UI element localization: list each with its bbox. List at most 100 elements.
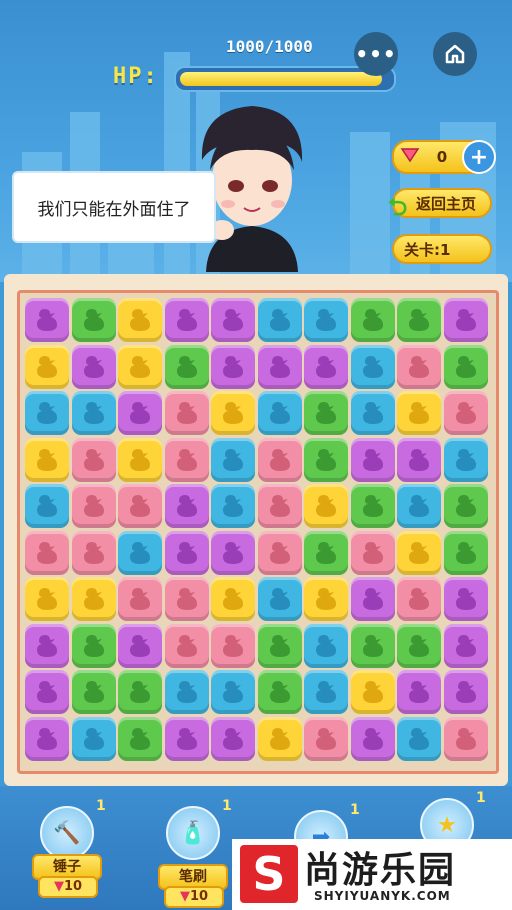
- duck-tile[interactable]: [211, 484, 255, 528]
- duck-tile[interactable]: [25, 437, 69, 482]
- duck-tile[interactable]: [304, 577, 348, 621]
- duck-tile[interactable]: [304, 298, 348, 342]
- duck-tile[interactable]: [397, 298, 441, 342]
- duck-tile[interactable]: [118, 670, 162, 714]
- duck-tile[interactable]: [164, 577, 209, 621]
- duck-tile[interactable]: [257, 484, 302, 528]
- duck-tile[interactable]: [164, 391, 209, 435]
- duck-tile[interactable]: [25, 344, 69, 389]
- duck-tile[interactable]: [25, 391, 69, 435]
- duck-tile[interactable]: [25, 716, 69, 761]
- duck-tile[interactable]: [118, 623, 162, 668]
- duck-tile[interactable]: [304, 344, 348, 389]
- duck-tile[interactable]: [118, 298, 162, 342]
- duck-tile[interactable]: [257, 623, 302, 668]
- duck-tile[interactable]: [443, 716, 488, 761]
- duck-tile[interactable]: [164, 623, 209, 668]
- duck-tile[interactable]: [304, 391, 348, 435]
- duck-tile[interactable]: [71, 344, 116, 389]
- duck-tile[interactable]: [443, 623, 488, 668]
- home-button[interactable]: [433, 32, 477, 76]
- duck-tile[interactable]: [164, 670, 209, 714]
- duck-tile[interactable]: [71, 623, 116, 668]
- duck-tile[interactable]: [350, 716, 395, 761]
- duck-tile[interactable]: [397, 577, 441, 621]
- duck-tile[interactable]: [71, 716, 116, 761]
- duck-tile[interactable]: [350, 298, 395, 342]
- duck-tile[interactable]: [257, 391, 302, 435]
- plus-icon[interactable]: +: [462, 140, 496, 174]
- duck-tile[interactable]: [397, 344, 441, 389]
- return-main-button[interactable]: ⮌ 返回主页: [388, 188, 492, 221]
- duck-tile[interactable]: [257, 530, 302, 575]
- duck-tile[interactable]: [211, 530, 255, 575]
- duck-tile[interactable]: [25, 484, 69, 528]
- more-button[interactable]: •••: [354, 32, 398, 76]
- duck-tile[interactable]: [350, 577, 395, 621]
- duck-tile[interactable]: [164, 530, 209, 575]
- duck-tile[interactable]: [350, 437, 395, 482]
- duck-tile[interactable]: [350, 530, 395, 575]
- duck-tile[interactable]: [211, 716, 255, 761]
- duck-tile[interactable]: [350, 623, 395, 668]
- duck-tile[interactable]: [211, 298, 255, 342]
- duck-tile[interactable]: [118, 437, 162, 482]
- duck-tile[interactable]: [304, 530, 348, 575]
- duck-tile[interactable]: [211, 670, 255, 714]
- duck-tile[interactable]: [443, 298, 488, 342]
- duck-tile[interactable]: [71, 437, 116, 482]
- duck-tile[interactable]: [443, 344, 488, 389]
- duck-tile[interactable]: [443, 391, 488, 435]
- duck-tile[interactable]: [443, 530, 488, 575]
- duck-tile[interactable]: [304, 623, 348, 668]
- duck-tile[interactable]: [257, 344, 302, 389]
- duck-tile[interactable]: [350, 484, 395, 528]
- duck-tile[interactable]: [118, 484, 162, 528]
- duck-tile[interactable]: [397, 530, 441, 575]
- duck-tile[interactable]: [397, 670, 441, 714]
- duck-tile[interactable]: [397, 623, 441, 668]
- duck-tile[interactable]: [350, 391, 395, 435]
- duck-tile[interactable]: [304, 484, 348, 528]
- duck-tile[interactable]: [25, 577, 69, 621]
- duck-tile[interactable]: [397, 391, 441, 435]
- duck-tile[interactable]: [350, 344, 395, 389]
- duck-tile[interactable]: [118, 577, 162, 621]
- duck-tile[interactable]: [443, 437, 488, 482]
- duck-tile[interactable]: [25, 623, 69, 668]
- duck-tile[interactable]: [211, 437, 255, 482]
- duck-tile[interactable]: [257, 298, 302, 342]
- duck-tile[interactable]: [257, 716, 302, 761]
- duck-tile[interactable]: [164, 344, 209, 389]
- duck-tile[interactable]: [397, 437, 441, 482]
- duck-tile[interactable]: [25, 670, 69, 714]
- duck-tile[interactable]: [118, 391, 162, 435]
- duck-tile[interactable]: [257, 437, 302, 482]
- duck-tile[interactable]: [71, 530, 116, 575]
- duck-tile[interactable]: [211, 623, 255, 668]
- duck-tile[interactable]: [25, 530, 69, 575]
- tool-hammer[interactable]: 🔨 1 锤子 ▼10: [32, 798, 106, 898]
- duck-tile[interactable]: [211, 344, 255, 389]
- duck-tile[interactable]: [25, 298, 69, 342]
- duck-tile[interactable]: [164, 437, 209, 482]
- duck-tile[interactable]: [118, 716, 162, 761]
- duck-tile[interactable]: [118, 344, 162, 389]
- duck-tile[interactable]: [71, 391, 116, 435]
- duck-tile[interactable]: [71, 298, 116, 342]
- duck-tile[interactable]: [304, 437, 348, 482]
- duck-tile[interactable]: [211, 577, 255, 621]
- duck-tile[interactable]: [164, 716, 209, 761]
- duck-tile[interactable]: [164, 484, 209, 528]
- duck-tile[interactable]: [397, 716, 441, 761]
- duck-tile[interactable]: [71, 670, 116, 714]
- duck-tile[interactable]: [443, 670, 488, 714]
- duck-tile[interactable]: [211, 391, 255, 435]
- tool-brush[interactable]: 🧴 1 笔刷 ▼10: [158, 798, 232, 908]
- duck-tile[interactable]: [257, 670, 302, 714]
- duck-tile[interactable]: [350, 670, 395, 714]
- duck-tile[interactable]: [71, 484, 116, 528]
- duck-tile[interactable]: [118, 530, 162, 575]
- duck-tile[interactable]: [71, 577, 116, 621]
- duck-tile[interactable]: [304, 670, 348, 714]
